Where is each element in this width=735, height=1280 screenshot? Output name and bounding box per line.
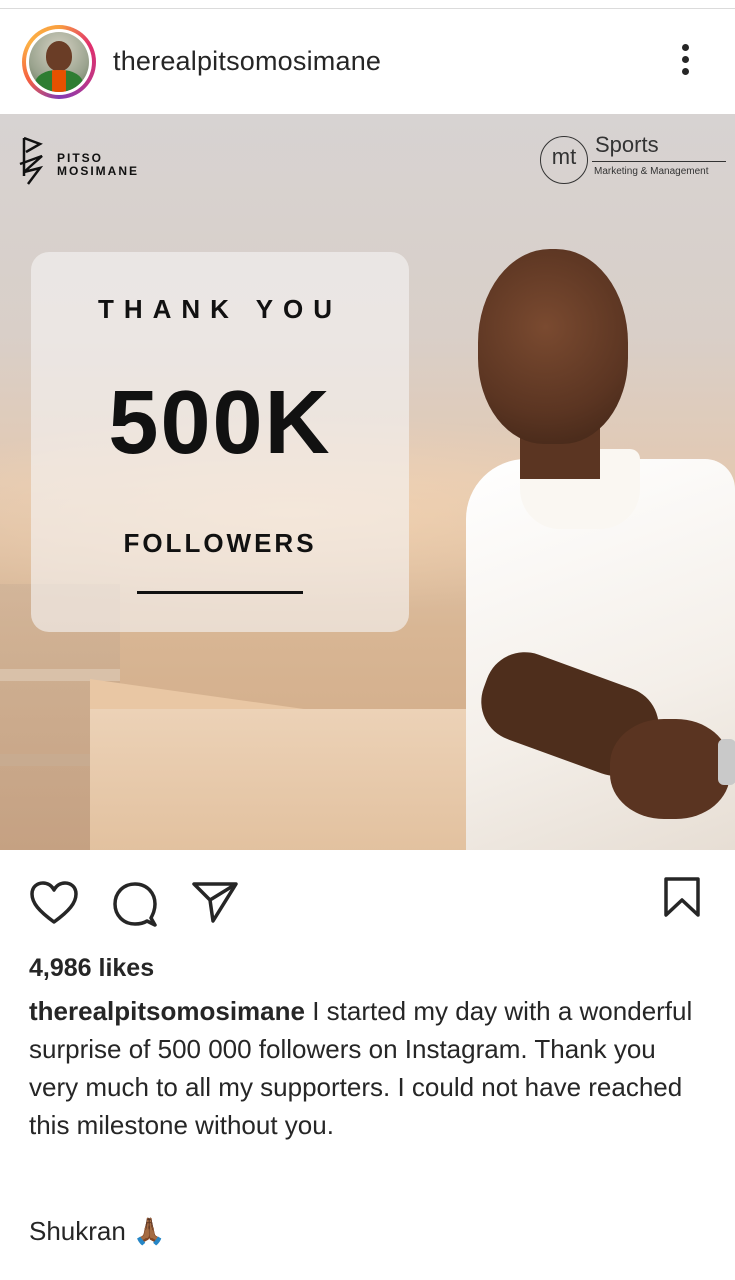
post-caption: therealpitsomosimane I started my day wi… — [29, 992, 709, 1144]
post-actions — [0, 850, 735, 950]
like-count[interactable]: 4,986 likes — [29, 954, 154, 983]
bookmark-icon[interactable] — [663, 876, 701, 918]
mt-mark: mt — [551, 144, 577, 169]
post-username[interactable]: therealpitsomosimane — [113, 46, 381, 77]
logo-tagline: Marketing & Management — [594, 166, 709, 177]
signature-logo-icon — [19, 136, 44, 185]
card-thank-you: THANK YOU — [97, 294, 343, 324]
person-photo — [460, 249, 735, 850]
card-followers-label: FOLLOWERS — [123, 528, 317, 558]
logo-line-2: MOSIMANE — [57, 164, 139, 178]
top-divider — [0, 8, 735, 9]
comment-icon[interactable] — [111, 880, 159, 928]
card-underline — [137, 591, 303, 594]
mt-sports-logo: mt Sports Marketing & Management — [538, 124, 728, 194]
post-header: therealpitsomosimane — [0, 12, 735, 114]
more-vertical-icon[interactable] — [678, 44, 692, 80]
card-follower-count: 500K — [108, 373, 332, 473]
caption-username[interactable]: therealpitsomosimane — [29, 996, 305, 1026]
send-icon[interactable] — [191, 880, 239, 924]
profile-photo — [29, 32, 89, 92]
thank-you-card: THANK YOU 500K FOLLOWERS — [31, 252, 409, 632]
logo-sports-text: Sports — [595, 132, 659, 157]
caption-sign-off: Shukran 🙏🏾 — [29, 1216, 166, 1246]
heart-icon[interactable] — [29, 880, 79, 926]
post-image[interactable]: PITSO MOSIMANE mt Sports Marketing & Man… — [0, 114, 735, 850]
avatar[interactable] — [22, 25, 96, 99]
